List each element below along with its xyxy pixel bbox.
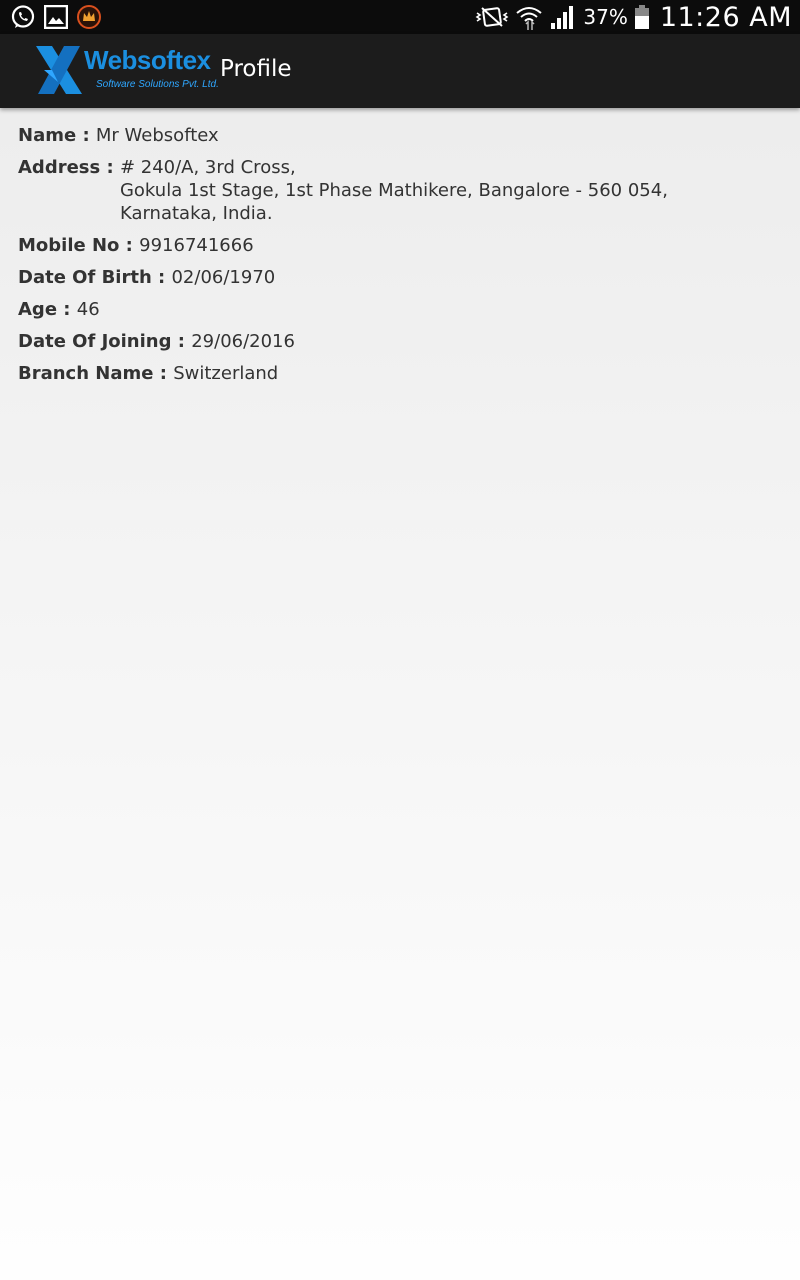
address-value: # 240/A, 3rd Cross, Gokula 1st Stage, 1s…	[120, 156, 668, 225]
age-label: Age :	[18, 299, 77, 320]
logo-tagline: Software Solutions Pvt. Ltd.	[96, 79, 219, 90]
profile-row-branch: Branch Name : Switzerland	[18, 362, 778, 385]
profile-row-mobile: Mobile No : 9916741666	[18, 234, 778, 257]
profile-row-age: Age : 46	[18, 298, 778, 321]
whatsapp-icon	[11, 5, 35, 28]
status-bar: 37% 11:26 AM	[0, 0, 800, 34]
vibrate-icon	[475, 7, 509, 27]
doj-label: Date Of Joining :	[18, 331, 192, 352]
system-indicators: 37% 11:26 AM	[475, 0, 792, 34]
signal-icon	[551, 6, 574, 29]
clock: 11:26 AM	[659, 1, 792, 33]
name-value: Mr Websoftex	[95, 125, 219, 146]
profile-row-dob: Date Of Birth : 02/06/1970	[18, 266, 778, 289]
app-bar: Websoftex Software Solutions Pvt. Ltd. P…	[0, 34, 800, 108]
battery-percent: 37%	[583, 5, 628, 29]
logo-x-mark-icon	[36, 46, 82, 94]
profile-row-doj: Date Of Joining : 29/06/2016	[18, 330, 778, 353]
websoftex-logo[interactable]: Websoftex Software Solutions Pvt. Ltd.	[34, 42, 219, 100]
mobile-label: Mobile No :	[18, 235, 140, 256]
notification-icons	[10, 4, 102, 30]
age-value: 46	[76, 299, 100, 320]
wifi-icon	[516, 7, 543, 30]
branch-label: Branch Name :	[18, 363, 174, 384]
gallery-icon	[44, 5, 68, 29]
address-line: # 240/A, 3rd Cross,	[119, 157, 296, 178]
profile-row-address: Address : # 240/A, 3rd Cross, Gokula 1st…	[18, 156, 778, 225]
profile-details: Name : Mr Websoftex Address : # 240/A, 3…	[18, 124, 778, 394]
dob-label: Date Of Birth :	[18, 267, 172, 288]
address-label: Address :	[18, 157, 120, 178]
mobile-value: 9916741666	[139, 235, 254, 256]
logo-brand-text: Websoftex	[84, 45, 211, 75]
branch-value: Switzerland	[173, 363, 279, 384]
doj-value: 29/06/2016	[191, 331, 295, 352]
profile-row-name: Name : Mr Websoftex	[18, 124, 778, 147]
app-notification-icon	[77, 5, 101, 29]
dob-value: 02/06/1970	[171, 267, 276, 288]
battery-icon	[634, 5, 649, 29]
address-line: Karnataka, India.	[119, 203, 273, 224]
page-title: Profile	[220, 56, 292, 82]
name-label: Name :	[18, 125, 96, 146]
address-line: Gokula 1st Stage, 1st Phase Mathikere, B…	[119, 180, 668, 201]
